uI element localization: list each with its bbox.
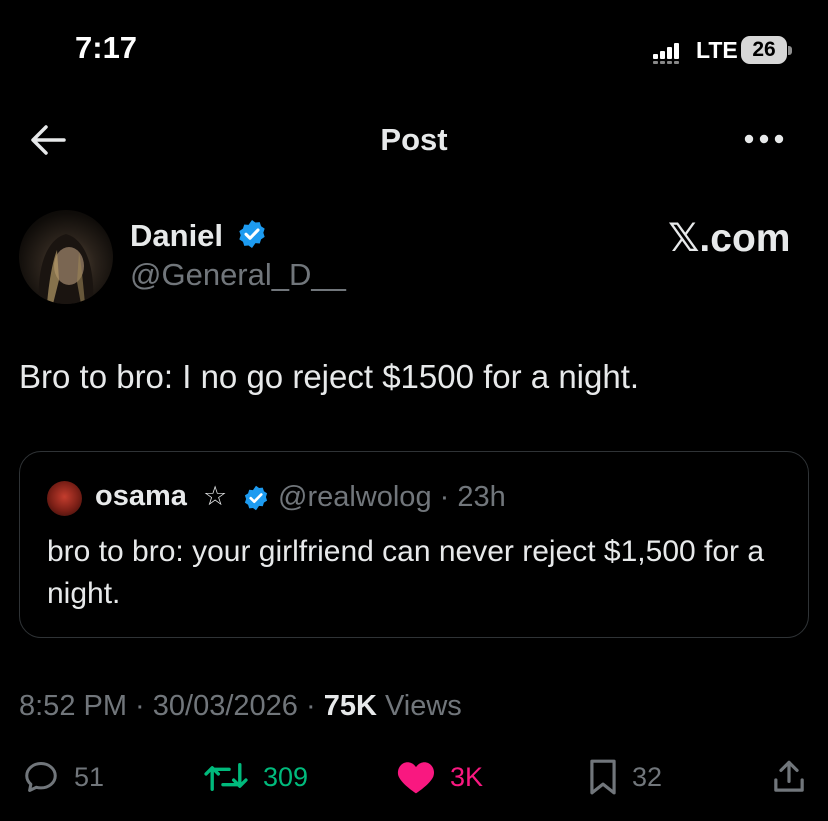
- quote-author-avatar[interactable]: [47, 481, 82, 516]
- post-meta: 8:52 PM · 30/03/2026 · 75K Views: [19, 690, 462, 723]
- quote-handle-time: @realwolog · 23h: [278, 481, 506, 513]
- signal-icon: [653, 43, 679, 64]
- verified-badge-icon: [238, 220, 265, 248]
- reply-count: 51: [74, 761, 105, 792]
- share-button[interactable]: [771, 757, 807, 797]
- battery-icon: 26: [741, 36, 792, 64]
- author-name[interactable]: Daniel: [130, 218, 223, 253]
- like-count: 3K: [450, 761, 484, 792]
- views-label: Views: [376, 690, 462, 722]
- quote-author-name: osama: [95, 480, 187, 512]
- quote-text: bro to bro: your girlfriend can never re…: [47, 535, 765, 610]
- page-title: Post: [380, 122, 448, 157]
- reply-icon: [25, 762, 57, 792]
- watermark-xcom: 𝕏.com: [668, 217, 791, 260]
- bookmark-icon: [590, 759, 616, 795]
- author-name-row[interactable]: Daniel: [130, 218, 268, 254]
- share-icon: [774, 760, 804, 792]
- bookmark-button[interactable]: 32: [588, 757, 662, 797]
- post-timestamp: 8:52 PM · 30/03/2026 ·: [19, 690, 324, 722]
- repost-button[interactable]: 309: [203, 757, 308, 797]
- author-avatar[interactable]: [19, 210, 113, 304]
- status-time: 7:17: [75, 30, 138, 65]
- battery-level: 26: [741, 36, 787, 64]
- quote-verified-badge-icon: [244, 485, 268, 511]
- quote-star-icon: ☆: [203, 481, 228, 511]
- tweet-text: Bro to bro: I no go reject $1500 for a n…: [19, 358, 640, 395]
- network-type: LTE: [696, 37, 738, 63]
- heart-icon: [397, 762, 435, 794]
- more-options-icon[interactable]: [744, 128, 784, 150]
- repost-count: 309: [263, 761, 309, 792]
- views-count: 75K: [323, 690, 377, 722]
- quoted-tweet-card[interactable]: osama ☆ @realwolog · 23h bro to bro: you…: [19, 451, 809, 638]
- battery-tip: [788, 46, 792, 55]
- avatar-portrait-icon: [38, 234, 94, 304]
- like-button[interactable]: 3K: [396, 757, 483, 797]
- bookmark-count: 32: [632, 761, 663, 792]
- author-handle[interactable]: @General_D__: [130, 257, 346, 293]
- repost-icon: [204, 763, 248, 791]
- reply-button[interactable]: 51: [22, 757, 104, 797]
